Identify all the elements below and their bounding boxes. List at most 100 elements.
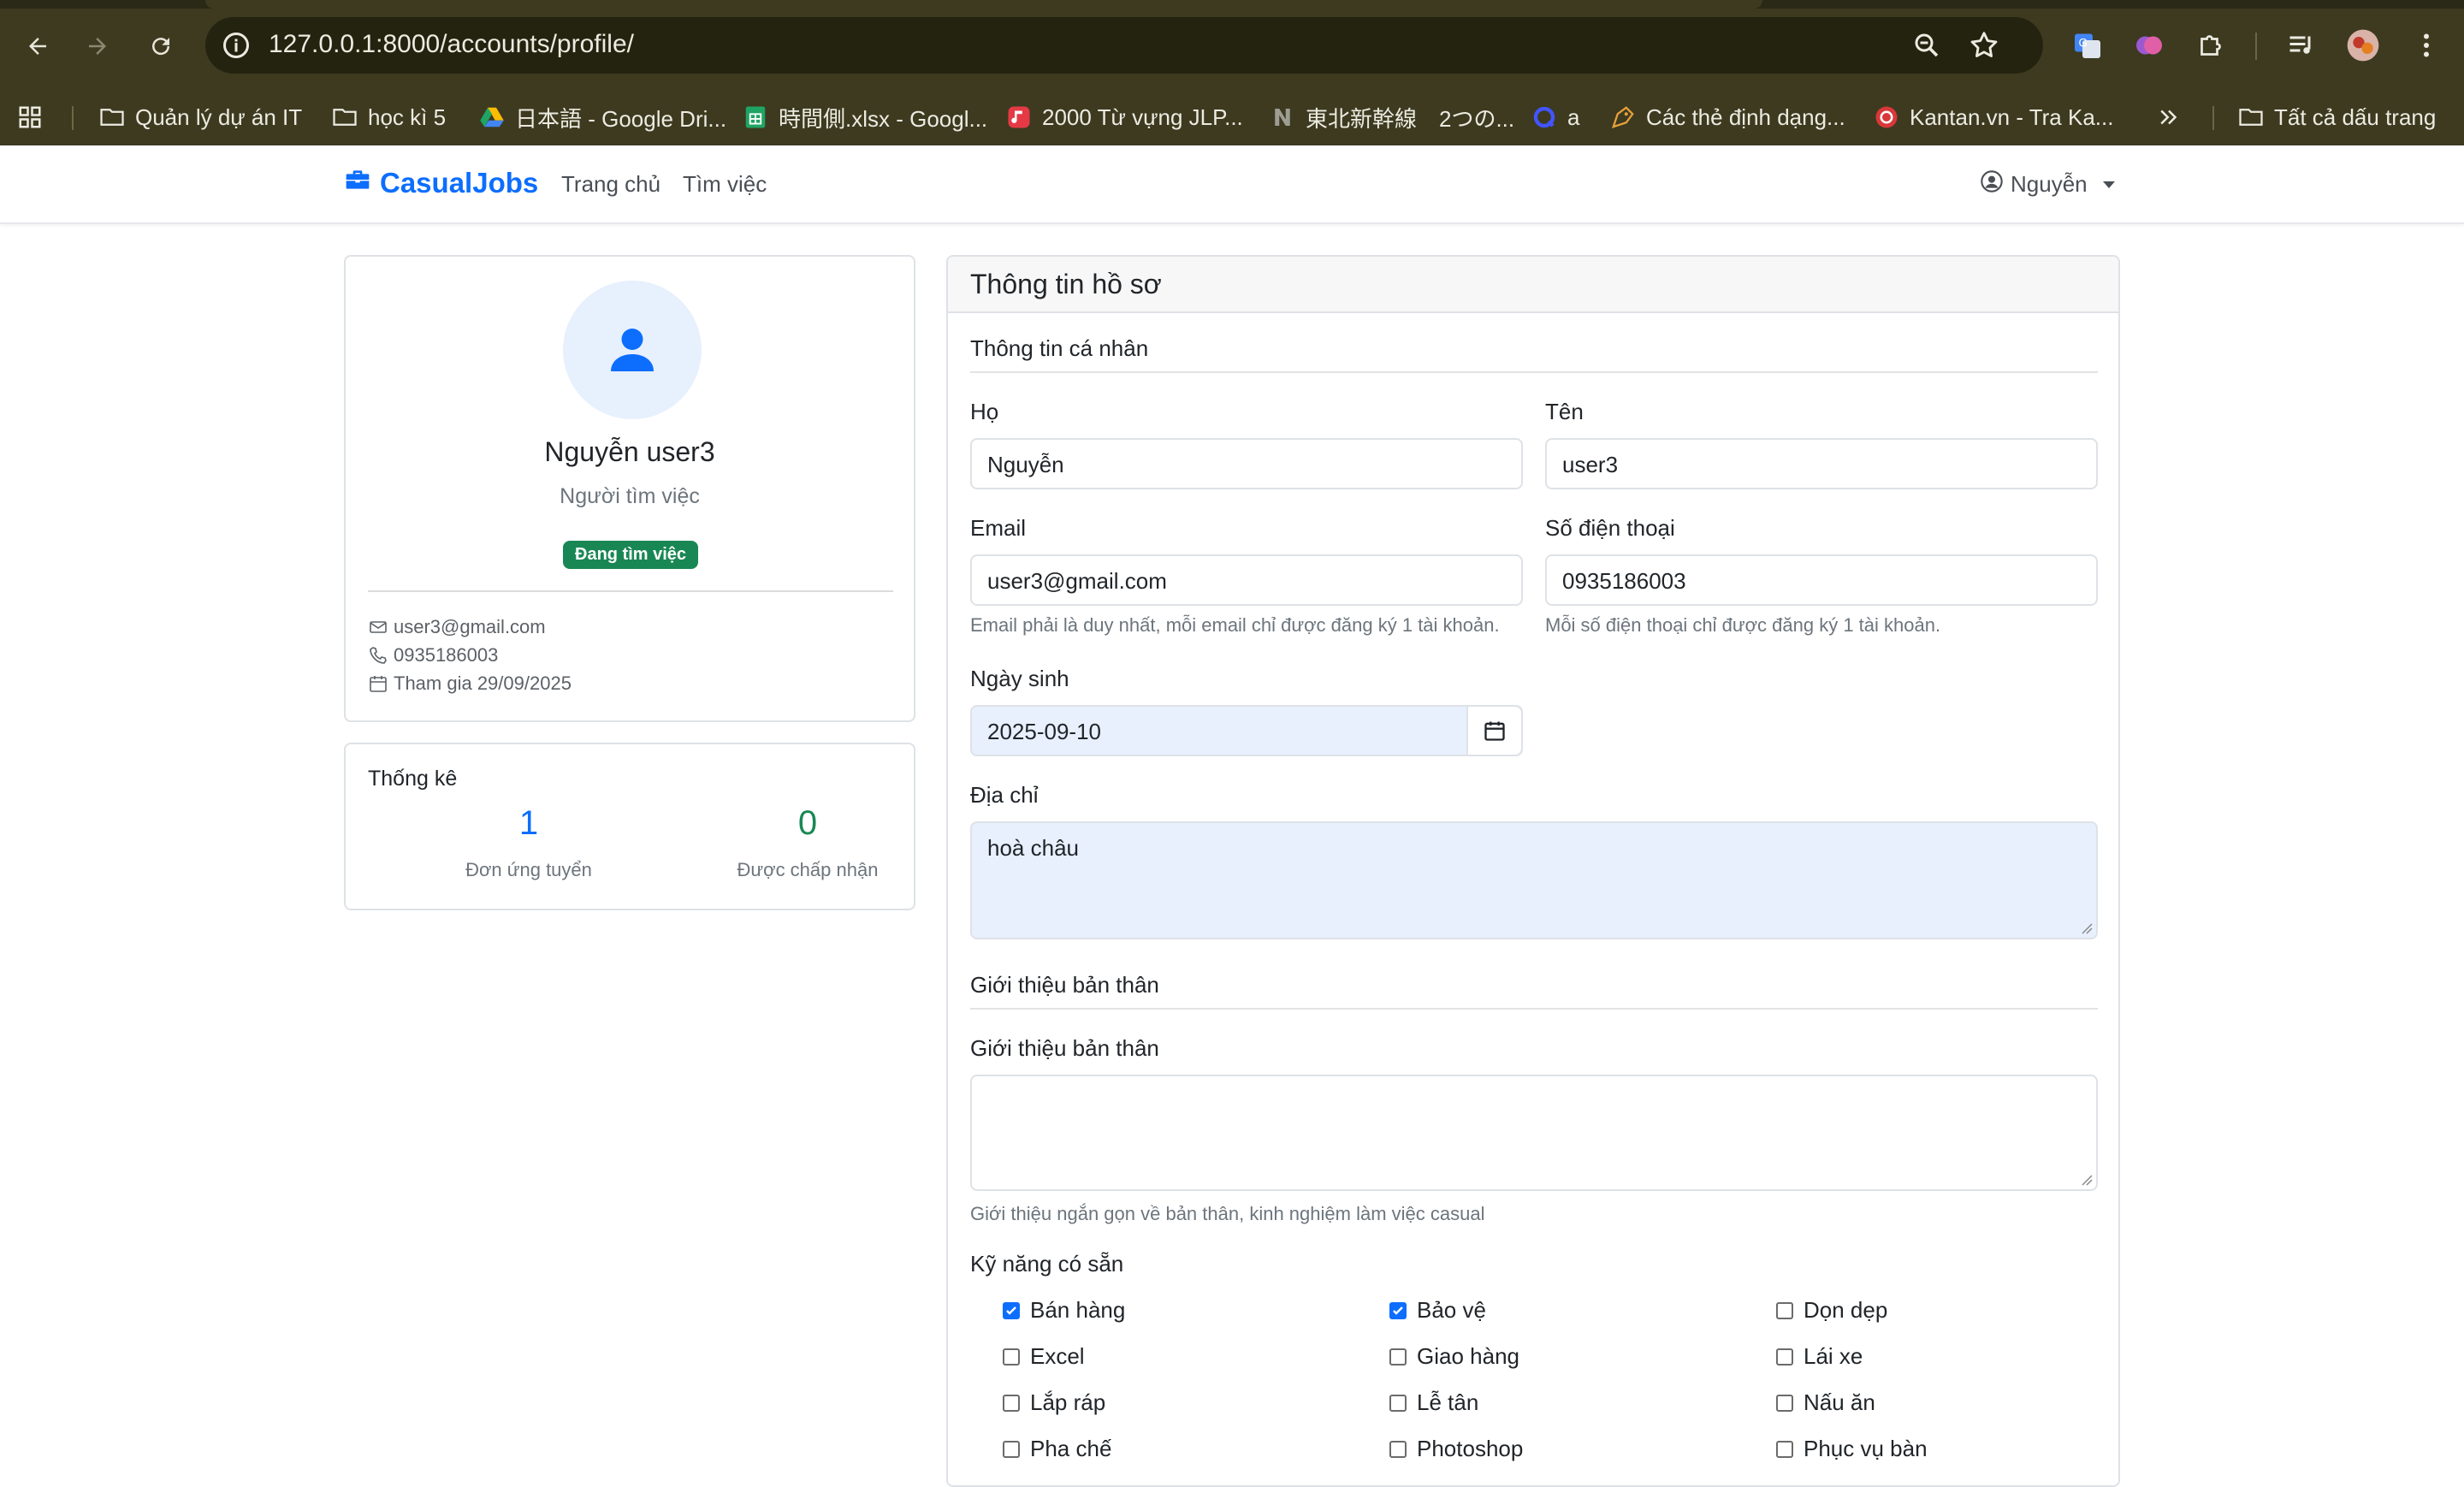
checkbox-icon[interactable] (1776, 1394, 1793, 1412)
bookmark-item[interactable]: Tất cả dấu trang (2238, 99, 2436, 135)
phone-help-text: Mỗi số điện thoại chỉ được đăng ký 1 tài… (1545, 614, 1941, 636)
section-divider (970, 371, 2098, 373)
bookmarks-bar: Quản lý dự án IT học kì 5 日本語 - Google D… (0, 89, 2464, 145)
calendar-picker-icon[interactable] (1466, 707, 1521, 755)
skill-checkbox[interactable]: Bảo vệ (1389, 1297, 1486, 1324)
applications-label: Đơn ứng tuyển (465, 859, 592, 880)
last-name-input[interactable]: Nguyễn (970, 438, 1523, 489)
checkbox-icon[interactable] (1776, 1440, 1793, 1458)
profile-form-card: Thông tin hồ sơ Thông tin cá nhân Họ Ngu… (946, 255, 2120, 1487)
skill-checkbox[interactable]: Lễ tân (1389, 1389, 1478, 1416)
address-bar[interactable]: 127.0.0.1:8000/accounts/profile/ (205, 17, 2043, 74)
google-sheets-icon (743, 104, 768, 130)
bookmark-item[interactable]: 日本語 - Google Dri... (479, 99, 726, 135)
skill-checkbox[interactable]: Nấu ăn (1776, 1389, 1875, 1416)
skill-checkbox[interactable]: Photoshop (1389, 1436, 1523, 1462)
checkbox-icon[interactable] (1003, 1440, 1020, 1458)
bookmark-item[interactable]: 時間側.xlsx - Googl... (743, 99, 987, 135)
skill-checkbox[interactable]: Bán hàng (1003, 1297, 1125, 1324)
stats-card: Thống kê 1 Đơn ứng tuyển 0 Được chấp nhậ… (344, 743, 915, 910)
zoom-icon[interactable] (1911, 30, 1942, 61)
site-info-icon[interactable] (221, 30, 252, 61)
bookmark-label[interactable]: Quản lý dự án IT (135, 104, 302, 131)
nav-link-find-jobs[interactable]: Tìm việc (683, 171, 767, 198)
apps-grid-icon[interactable] (17, 99, 43, 135)
bookmark-item[interactable]: Các thẻ định dạng... (1610, 99, 1845, 135)
reload-icon[interactable] (140, 26, 181, 67)
bookmark-label[interactable]: 時間側.xlsx - Googl... (779, 102, 987, 133)
checkbox-icon[interactable] (1776, 1348, 1793, 1366)
forward-icon[interactable] (77, 26, 118, 67)
skill-checkbox[interactable]: Lái xe (1776, 1343, 1863, 1370)
skill-checkbox[interactable]: Excel (1003, 1343, 1085, 1370)
user-name[interactable]: Nguyễn (2011, 171, 2088, 198)
phone-icon (368, 645, 388, 666)
checkbox-checked-icon[interactable] (1389, 1301, 1407, 1319)
address-textarea[interactable]: hoà châu (970, 821, 2098, 939)
checkbox-icon[interactable] (1003, 1348, 1020, 1366)
profile-card: Nguyễn user3 Người tìm việc Đang tìm việ… (344, 255, 915, 722)
bookmark-label[interactable]: Kantan.vn - Tra Ka... (1910, 104, 2113, 131)
applications-count: 1 (518, 804, 539, 842)
skill-checkbox[interactable]: Pha chế (1003, 1436, 1111, 1462)
bookmark-label[interactable]: học kì 5 (368, 104, 446, 131)
skill-checkbox[interactable]: Dọn dẹp (1776, 1297, 1887, 1324)
extensions-puzzle-icon[interactable] (2194, 28, 2228, 62)
address-value[interactable]: hoà châu (987, 835, 1079, 861)
bookmark-label[interactable]: 2000 Từ vựng JLP... (1042, 104, 1243, 131)
url-text[interactable]: 127.0.0.1:8000/accounts/profile/ (269, 30, 634, 59)
brain-extension-icon[interactable] (2132, 28, 2166, 62)
tag-icon (1610, 104, 1636, 130)
resize-handle-icon[interactable] (2081, 922, 2093, 934)
bookmark-label[interactable]: 日本語 - Google Dri... (515, 102, 726, 133)
svg-text:G: G (2079, 37, 2088, 50)
first-name-label: Tên (1545, 399, 1584, 424)
checkbox-icon[interactable] (1776, 1301, 1793, 1319)
bookmark-item[interactable]: a (1531, 99, 1579, 135)
profile-email: user3@gmail.com (368, 616, 546, 638)
checkbox-icon[interactable] (1389, 1440, 1407, 1458)
profile-role: Người tìm việc (560, 484, 700, 508)
checkbox-icon[interactable] (1003, 1394, 1020, 1412)
bookmark-item[interactable]: học kì 5 (332, 99, 446, 135)
bookmark-label[interactable]: Các thẻ định dạng... (1646, 104, 1845, 131)
skill-checkbox[interactable]: Phục vụ bàn (1776, 1436, 1928, 1462)
folder-icon (2238, 104, 2264, 130)
media-queue-icon[interactable] (2284, 28, 2319, 62)
bookmark-item[interactable]: 東北新幹線 2つの... (1270, 99, 1514, 135)
skill-checkbox[interactable]: Lắp ráp (1003, 1389, 1105, 1416)
back-icon[interactable] (17, 26, 58, 67)
phone-input[interactable]: 0935186003 (1545, 554, 2098, 606)
profile-phone: 0935186003 (368, 644, 498, 666)
dob-input[interactable]: 2025-09-10 (970, 705, 1523, 756)
resize-handle-icon[interactable] (2081, 1174, 2093, 1186)
more-bookmarks-icon[interactable] (2156, 99, 2182, 135)
bookmark-item[interactable]: Quản lý dự án IT (99, 99, 302, 135)
skill-checkbox[interactable]: Giao hàng (1389, 1343, 1519, 1370)
profile-joined: Tham gia 29/09/2025 (368, 672, 572, 695)
bookmark-label[interactable]: a (1567, 104, 1579, 131)
email-input[interactable]: user3@gmail.com (970, 554, 1523, 606)
checkbox-checked-icon[interactable] (1003, 1301, 1020, 1319)
google-translate-extension-icon[interactable]: G (2070, 28, 2105, 62)
section-personal-info: Thông tin cá nhân (970, 335, 1149, 361)
bookmark-star-icon[interactable] (1968, 29, 2000, 62)
brand-name[interactable]: CasualJobs (380, 167, 538, 199)
first-name-input[interactable]: user3 (1545, 438, 2098, 489)
dob-value[interactable]: 2025-09-10 (987, 719, 1101, 744)
bookmark-item[interactable]: 2000 Từ vựng JLP... (1006, 99, 1243, 135)
phone-label: Số điện thoại (1545, 515, 1675, 541)
user-dropdown[interactable]: Nguyễn (1980, 169, 2115, 199)
bookmark-label[interactable]: 東北新幹線 2つの... (1306, 102, 1514, 133)
more-menu-icon[interactable] (2409, 28, 2443, 62)
checkbox-icon[interactable] (1389, 1348, 1407, 1366)
divider (368, 590, 893, 592)
profile-avatar-icon[interactable] (2346, 28, 2380, 62)
brand-logo[interactable]: CasualJobs (344, 166, 538, 200)
quizlet-icon (1531, 104, 1557, 130)
nav-link-home[interactable]: Trang chủ (561, 171, 660, 198)
bookmark-item[interactable]: Kantan.vn - Tra Ka... (1874, 99, 2113, 135)
bookmark-label[interactable]: Tất cả dấu trang (2274, 104, 2436, 131)
bio-textarea[interactable] (970, 1075, 2098, 1191)
checkbox-icon[interactable] (1389, 1394, 1407, 1412)
